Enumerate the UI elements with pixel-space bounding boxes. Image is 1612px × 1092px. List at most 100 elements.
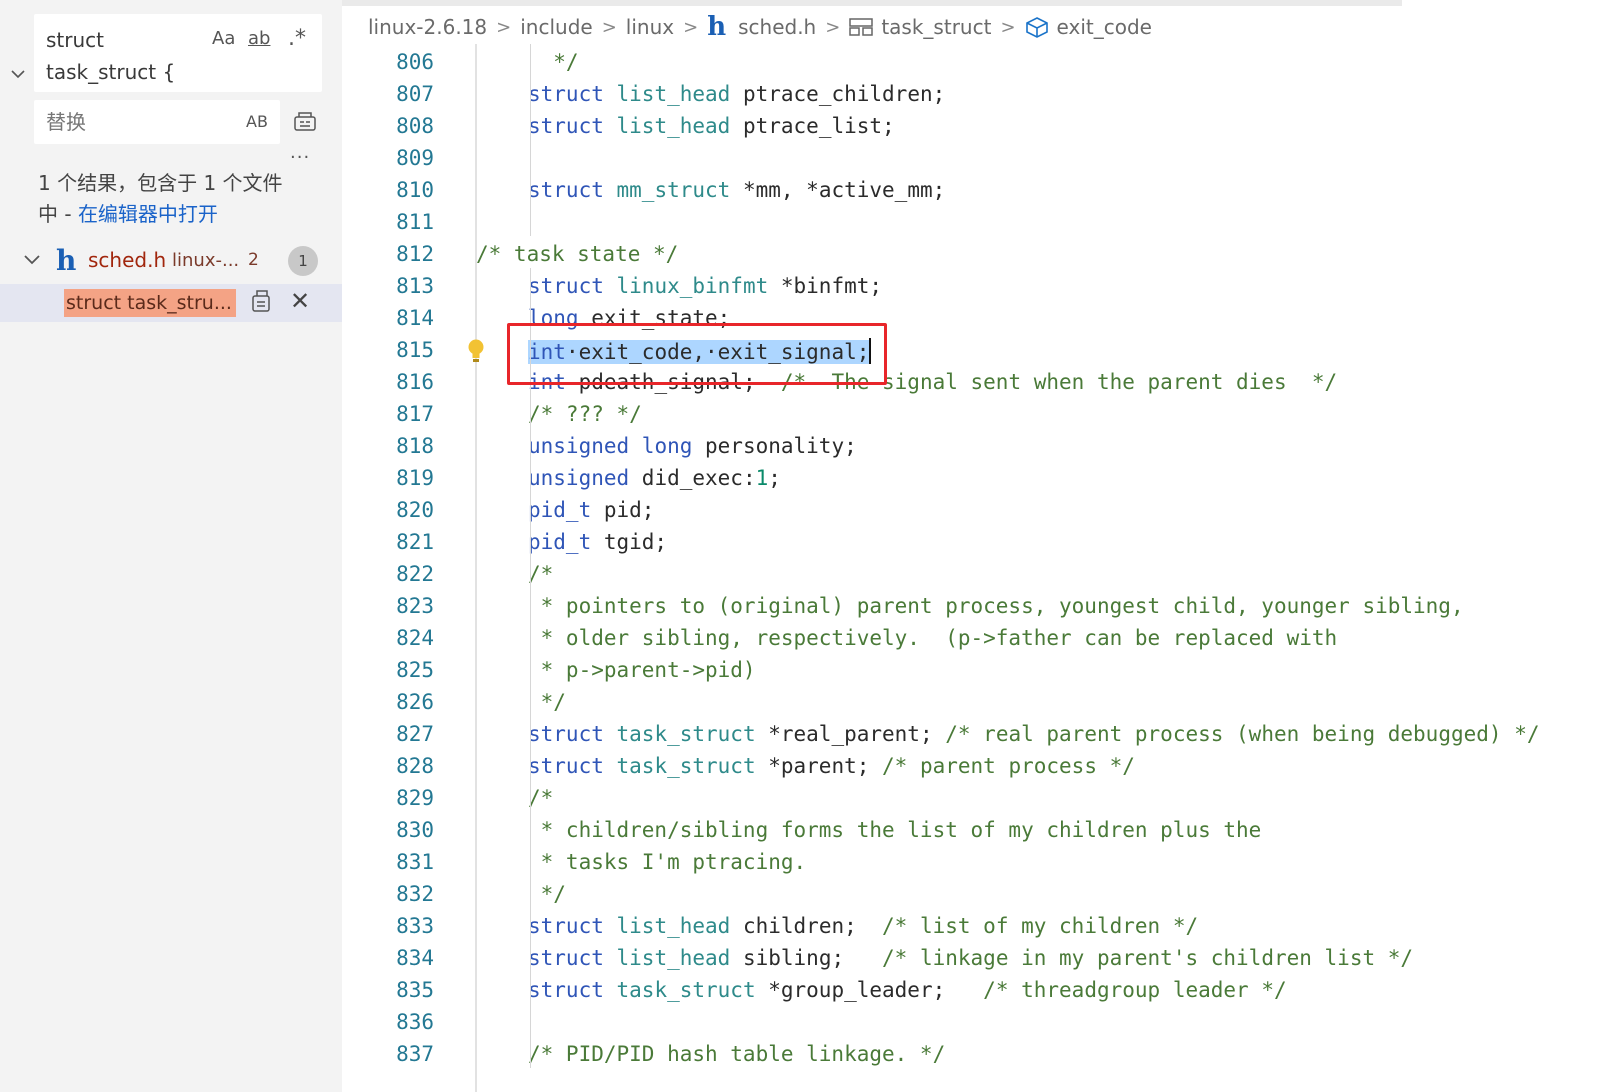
code-line[interactable]: unsigned long personality; — [528, 434, 857, 464]
code-line[interactable]: struct task_struct *group_leader; /* thr… — [528, 978, 1287, 1008]
code-line[interactable]: * older sibling, respectively. (p->fathe… — [528, 626, 1338, 656]
code-token: list_head — [616, 82, 731, 106]
search-input[interactable]: struct task_struct { Aa ab .* — [34, 14, 322, 92]
breadcrumb-separator: > — [1000, 16, 1016, 38]
code-token: children; — [730, 914, 883, 938]
breadcrumb-item-folder[interactable]: linux-2.6.18 — [368, 15, 487, 39]
preserve-case-toggle[interactable]: AB — [246, 108, 268, 136]
code-line[interactable]: * p->parent->pid) — [528, 658, 756, 688]
chevron-down-icon[interactable] — [22, 250, 42, 270]
line-number: 814 — [396, 306, 434, 330]
code-token: struct — [528, 978, 617, 1002]
breadcrumb-item-folder[interactable]: linux — [626, 15, 674, 39]
code-token: /* ??? */ — [528, 402, 642, 426]
code-token: mm_struct — [616, 178, 731, 202]
code-token: ptrace_list; — [730, 114, 895, 138]
breadcrumb-file-label: sched.h — [738, 15, 817, 39]
line-number: 822 — [396, 562, 434, 586]
line-number: 834 — [396, 946, 434, 970]
line-number: 827 — [396, 722, 434, 746]
result-file-path: linux-... — [172, 250, 240, 271]
line-number: 824 — [396, 626, 434, 650]
replace-input[interactable] — [46, 108, 226, 136]
result-count-badge: 1 — [288, 246, 318, 276]
search-panel: struct task_struct { Aa ab .* AB ... 1 个… — [0, 0, 342, 1092]
code-line[interactable]: struct list_head children; /* list of my… — [528, 914, 1198, 944]
code-token: /* linkage in my parent's children list … — [882, 946, 1414, 970]
replace-field[interactable]: AB — [34, 100, 280, 144]
line-number: 828 — [396, 754, 434, 778]
toggle-replace-chevron-icon[interactable] — [8, 64, 30, 86]
result-file-row[interactable]: h sched.h linux-... 2 1 — [0, 244, 342, 286]
code-line[interactable]: struct linux_binfmt *binfmt; — [528, 274, 882, 304]
code-token: */ — [528, 882, 566, 906]
code-editor[interactable]: linux-2.6.18 > include > linux > h sched… — [342, 0, 1612, 1092]
line-number: 836 — [396, 1010, 434, 1034]
breadcrumb-item-struct[interactable]: task_struct — [849, 15, 991, 39]
code-token: /* real parent process (when being debug… — [945, 722, 1540, 746]
lightbulb-icon[interactable] — [466, 338, 486, 364]
code-line[interactable]: * tasks I'm ptracing. — [528, 850, 807, 880]
code-token: linux_binfmt — [616, 274, 769, 298]
whole-word-toggle[interactable]: ab — [248, 24, 270, 54]
result-match-row[interactable]: struct task_stru... ✕ — [0, 284, 342, 322]
code-line[interactable]: * pointers to (original) parent process,… — [528, 594, 1464, 624]
code-token: list_head — [616, 114, 731, 138]
replace-match-icon[interactable] — [250, 288, 278, 316]
match-preview[interactable]: struct task_stru... — [64, 289, 236, 317]
open-in-editor-link[interactable]: 在编辑器中打开 — [78, 202, 218, 226]
regex-toggle[interactable]: .* — [288, 24, 306, 54]
code-line[interactable]: struct task_struct *real_parent; /* real… — [528, 722, 1539, 752]
code-line[interactable]: struct list_head ptrace_children; — [528, 82, 945, 112]
line-number: 837 — [396, 1042, 434, 1066]
code-line[interactable]: /* — [528, 786, 553, 816]
code-line[interactable]: */ — [528, 690, 566, 720]
code-token: * tasks I'm ptracing. — [528, 850, 807, 874]
code-line[interactable]: struct mm_struct *mm, *active_mm; — [528, 178, 945, 208]
line-number: 819 — [396, 466, 434, 490]
line-number: 812 — [396, 242, 434, 266]
line-number: 830 — [396, 818, 434, 842]
line-number: 826 — [396, 690, 434, 714]
code-line[interactable]: */ — [528, 50, 579, 80]
replace-all-icon[interactable] — [292, 108, 322, 138]
code-token: /* threadgroup leader */ — [983, 978, 1287, 1002]
code-line[interactable]: pid_t tgid; — [528, 530, 667, 560]
more-options-button[interactable]: ... — [290, 142, 310, 163]
code-line[interactable]: struct list_head sibling; /* linkage in … — [528, 946, 1413, 976]
code-line[interactable]: */ — [528, 882, 566, 912]
code-token: *mm, *active_mm; — [730, 178, 946, 202]
code-line[interactable]: struct task_struct *parent; /* parent pr… — [528, 754, 1135, 784]
line-number: 835 — [396, 978, 434, 1002]
breadcrumb-separator: > — [601, 16, 617, 38]
line-number: 831 — [396, 850, 434, 874]
breadcrumb-item-field[interactable]: exit_code — [1025, 15, 1152, 39]
code-token: * older sibling, respectively. (p->fathe… — [528, 626, 1338, 650]
field-cube-icon — [1025, 16, 1049, 38]
code-line[interactable]: /* PID/PID hash table linkage. */ — [528, 1042, 945, 1072]
code-token: */ — [528, 50, 579, 74]
code-line[interactable]: struct list_head ptrace_list; — [528, 114, 895, 144]
breadcrumb-item-file[interactable]: h sched.h — [707, 12, 816, 42]
line-number: 829 — [396, 786, 434, 810]
code-token: struct — [528, 178, 617, 202]
code-token: struct — [528, 82, 617, 106]
search-query-text[interactable]: struct task_struct { — [46, 24, 196, 88]
code-line[interactable]: /* — [528, 562, 553, 592]
result-summary: 1 个结果，包含于 1 个文件中 - 在编辑器中打开 — [38, 168, 288, 230]
code-line[interactable]: /* task state */ — [476, 242, 678, 272]
code-line[interactable]: * children/sibling forms the list of my … — [528, 818, 1262, 848]
breadcrumb-item-folder[interactable]: include — [520, 15, 592, 39]
code-line[interactable]: unsigned did_exec:1; — [528, 466, 781, 496]
code-token: long — [641, 434, 693, 458]
match-case-toggle[interactable]: Aa — [212, 24, 235, 54]
dismiss-match-close-icon[interactable]: ✕ — [290, 286, 310, 316]
code-token: /* parent process */ — [882, 754, 1135, 778]
line-number: 815 — [396, 338, 434, 362]
code-line[interactable]: pid_t pid; — [528, 498, 654, 528]
code-line[interactable]: /* ??? */ — [528, 402, 642, 432]
code-token: unsigned — [528, 434, 642, 458]
line-number: 817 — [396, 402, 434, 426]
code-token: task_struct — [616, 754, 756, 778]
breadcrumb-separator: > — [683, 16, 699, 38]
